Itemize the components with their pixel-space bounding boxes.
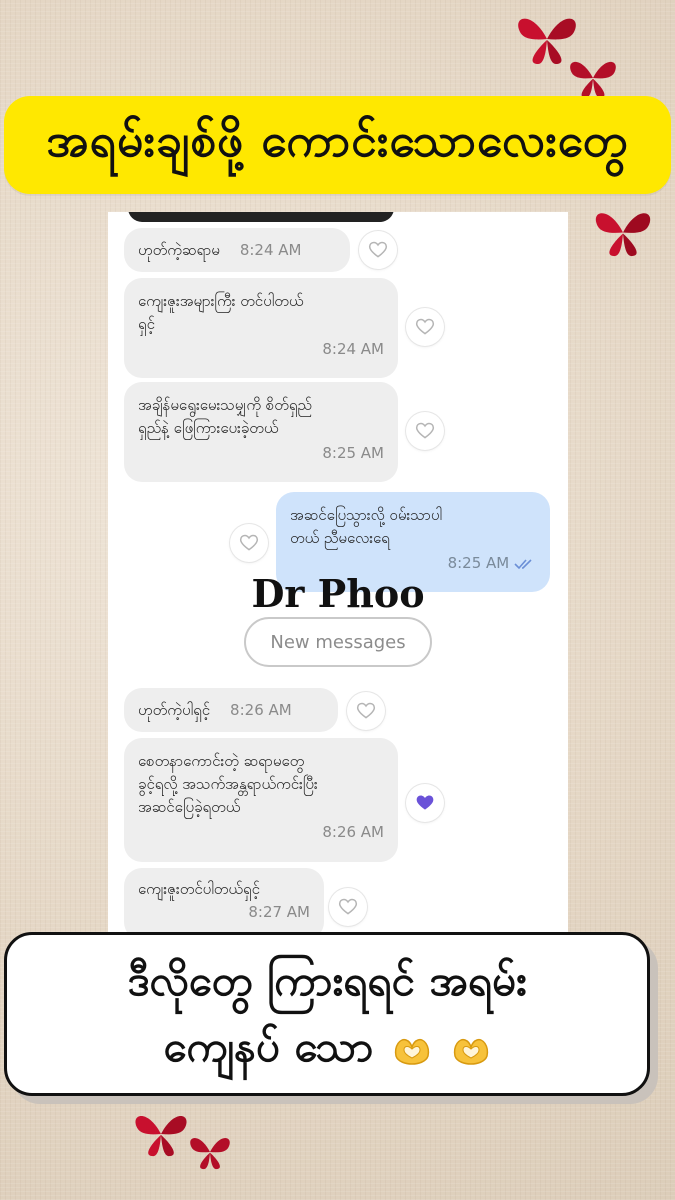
heart-filled-icon [416,795,434,810]
message-text: ကျေးဇူးတင်ပါတယ်ရှင့် [138,880,260,898]
double-check-icon [514,558,532,569]
message-time: 8:25 AM [447,554,510,572]
heart-hands-icon [453,1038,488,1065]
caption-line-2-text: ကျေနပ် သော [163,1022,374,1071]
caption-box: ဒီလိုတွေ ကြားရရင် အရမ်း ကျေနပ် သော [4,932,650,1096]
incoming-message[interactable]: အချိန်မရွေးမေးသမျှကို စိတ်ရှည် ရှည်နဲ့ ဖ… [124,382,398,482]
incoming-message[interactable]: ဟုတ်ကဲ့ဆရာမ 8:24 AM [124,228,350,272]
message-time: 8:26 AM [230,701,292,719]
heart-hands-icon [394,1038,430,1065]
heart-outline-icon [356,702,376,719]
heart-outline-icon [368,241,388,258]
message-text-line: အဆင်ပြေသွားလို့ ဝမ်းသာပါ [290,506,443,524]
react-heart-button[interactable] [230,524,268,562]
butterfly-decoration-icon [130,1108,192,1160]
caption-line-2: ကျေနပ် သော [163,1014,490,1080]
chat-screenshot: ဟုတ်ကဲ့ဆရာမ 8:24 AM ကျေးဇူးအများကြီး တင်… [108,212,568,932]
react-heart-button[interactable] [359,231,397,269]
message-text-line: ကျေးဇူးအများကြီး တင်ပါတယ် [138,292,304,310]
message-text-line: ရှင့် [138,315,155,333]
heart-outline-icon [338,898,358,915]
message-text-line: တယ် ညီမလေးရေ [290,529,390,547]
new-messages-label: New messages [270,631,406,653]
incoming-message[interactable]: စေတနာကောင်းတဲ့ ဆရာမတွေ ခွင့်ရလို့ အသက်အန… [124,738,398,862]
message-time: 8:27 AM [248,903,310,921]
reacted-heart-button[interactable] [406,784,444,822]
message-text-line: စေတနာကောင်းတဲ့ ဆရာမတွေ [138,752,305,770]
react-heart-button[interactable] [347,692,385,730]
message-text-line: အချိန်မရွေးမေးသမျှကို စိတ်ရှည် [138,396,312,414]
incoming-message[interactable]: ကျေးဇူးအများကြီး တင်ပါတယ် ရှင့် 8:24 AM [124,278,398,378]
react-heart-button[interactable] [406,412,444,450]
author-watermark: Dr Phoo [251,571,425,616]
message-time-row: 8:25 AM [290,554,536,572]
message-text-line: ခွင့်ရလို့ အသက်အန္တရာယ်ကင်းပြီး [138,775,318,793]
message-text-line: အဆင်ပြေခဲ့ရတယ် [138,798,241,816]
butterfly-decoration-icon [590,205,656,260]
image-message-preview[interactable] [128,212,394,222]
message-time: 8:25 AM [322,444,384,462]
message-time: 8:26 AM [322,823,384,841]
message-text-line: ရှည်နဲ့ ဖြေကြားပေးခဲ့တယ် [138,419,279,437]
heart-outline-icon [415,318,435,335]
butterfly-decoration-icon [565,55,621,101]
banner-title: အရမ်းချစ်ဖို့ ကောင်းသောလေးတွေ [46,112,629,167]
react-heart-button[interactable] [406,308,444,346]
new-messages-divider[interactable]: New messages [244,617,432,667]
message-text: ဟုတ်ကဲ့ပါရှင့် [138,700,211,719]
heart-outline-icon [239,534,259,551]
message-text: ဟုတ်ကဲ့ဆရာမ [138,240,220,259]
caption-line-1: ဒီလိုတွေ ကြားရရင် အရမ်း [127,956,527,1005]
butterfly-decoration-icon [186,1132,234,1172]
title-banner: အရမ်းချစ်ဖို့ ကောင်းသောလေးတွေ [4,96,671,194]
message-time: 8:24 AM [322,340,384,358]
react-heart-button[interactable] [329,888,367,926]
incoming-message[interactable]: ကျေးဇူးတင်ပါတယ်ရှင့် 8:27 AM [124,868,324,932]
incoming-message[interactable]: ဟုတ်ကဲ့ပါရှင့် 8:26 AM [124,688,338,732]
message-time: 8:24 AM [239,241,302,259]
heart-outline-icon [415,422,435,439]
